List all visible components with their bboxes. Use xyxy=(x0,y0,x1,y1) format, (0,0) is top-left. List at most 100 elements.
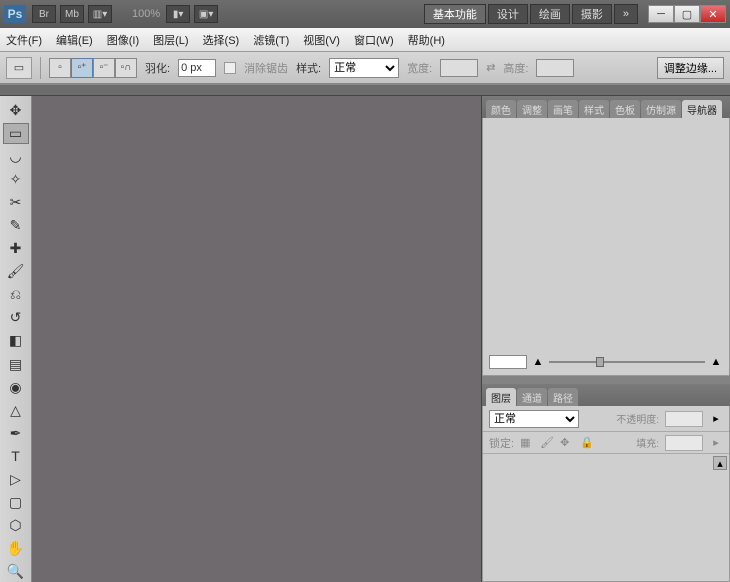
refine-edge-button[interactable]: 调整边缘... xyxy=(657,57,724,79)
fill-flyout-icon[interactable]: ▸ xyxy=(709,436,723,449)
current-tool-icon[interactable]: ▭ xyxy=(6,57,32,79)
feather-label: 羽化: xyxy=(145,60,170,76)
tab-layers[interactable]: 图层 xyxy=(486,388,516,406)
lock-pixel-icon[interactable]: 🖌 xyxy=(540,436,554,450)
gradient-tool[interactable]: ▤ xyxy=(3,354,29,375)
feather-input[interactable]: 0 px xyxy=(178,59,216,77)
workspace-tab-painting[interactable]: 绘画 xyxy=(530,4,570,24)
panels-dock: 颜色 调整 画笔 样式 色板 仿制源 导航器 ▲ ▲ 图层 通道 路径 正常 不 xyxy=(482,96,730,582)
menu-bar: 文件(F) 编辑(E) 图像(I) 图层(L) 选择(S) 滤镜(T) 视图(V… xyxy=(0,28,730,52)
workspace-tab-design[interactable]: 设计 xyxy=(488,4,528,24)
style-label: 样式: xyxy=(296,60,321,76)
opacity-flyout-icon[interactable]: ▸ xyxy=(709,412,723,425)
lock-pos-icon[interactable]: ✥ xyxy=(560,436,574,450)
hand-tool[interactable]: ✋ xyxy=(3,538,29,559)
maximize-button[interactable]: ▢ xyxy=(674,5,700,23)
tab-paths[interactable]: 路径 xyxy=(548,388,578,406)
options-bar: ▭ ▫ ▫⁺ ▫⁻ ▫∩ 羽化: 0 px 消除锯齿 样式: 正常 宽度: ⇄ … xyxy=(0,52,730,84)
tab-styles[interactable]: 样式 xyxy=(579,100,609,118)
fill-input[interactable] xyxy=(665,435,703,451)
eraser-tool[interactable]: ◧ xyxy=(3,330,29,351)
close-button[interactable]: ✕ xyxy=(700,5,726,23)
sel-new-button[interactable]: ▫ xyxy=(49,58,71,78)
minimize-button[interactable]: ─ xyxy=(648,5,674,23)
blend-mode-select[interactable]: 正常 xyxy=(489,410,579,428)
dodge-tool[interactable]: △ xyxy=(3,400,29,421)
workspace-tab-photography[interactable]: 摄影 xyxy=(572,4,612,24)
style-select[interactable]: 正常 xyxy=(329,58,399,78)
tab-navigator[interactable]: 导航器 xyxy=(682,100,722,118)
blur-tool[interactable]: ◉ xyxy=(3,377,29,398)
menu-image[interactable]: 图像(I) xyxy=(107,32,139,48)
document-tab-strip xyxy=(0,84,730,96)
type-tool[interactable]: T xyxy=(3,446,29,467)
menu-select[interactable]: 选择(S) xyxy=(203,32,240,48)
shape-tool[interactable]: ▢ xyxy=(3,492,29,513)
lock-label: 锁定: xyxy=(489,435,514,451)
panel-gap xyxy=(482,376,730,384)
bridge-button[interactable]: Br xyxy=(32,5,56,23)
zoom-level[interactable]: 100% xyxy=(132,8,160,20)
eyedropper-tool[interactable]: ✎ xyxy=(3,215,29,236)
scroll-up-icon[interactable]: ▴ xyxy=(713,456,727,470)
menu-window[interactable]: 窗口(W) xyxy=(354,32,394,48)
width-input xyxy=(440,59,478,77)
move-tool[interactable]: ✥ xyxy=(3,100,29,121)
history-brush-tool[interactable]: ↺ xyxy=(3,307,29,328)
heal-tool[interactable]: ✚ xyxy=(3,238,29,259)
lasso-tool[interactable]: ◡ xyxy=(3,146,29,167)
ps-logo-icon: Ps xyxy=(4,5,26,23)
sel-intersect-button[interactable]: ▫∩ xyxy=(115,58,137,78)
opacity-label: 不透明度: xyxy=(616,411,659,426)
sel-add-button[interactable]: ▫⁺ xyxy=(71,58,93,78)
pen-tool[interactable]: ✒ xyxy=(3,423,29,444)
sel-subtract-button[interactable]: ▫⁻ xyxy=(93,58,115,78)
zoom-out-icon[interactable]: ▲ xyxy=(531,356,545,368)
title-bar: Ps Br Mb ▥▾ 100% ▮▾ ▣▾ 基本功能 设计 绘画 摄影 » ─… xyxy=(0,0,730,28)
menu-view[interactable]: 视图(V) xyxy=(303,32,340,48)
wand-tool[interactable]: ✧ xyxy=(3,169,29,190)
stamp-tool[interactable]: ⎌ xyxy=(3,284,29,305)
crop-tool[interactable]: ✂ xyxy=(3,192,29,213)
canvas-area[interactable] xyxy=(32,96,482,582)
zoom-in-icon[interactable]: ▲ xyxy=(709,356,723,368)
workspace-switcher: 基本功能 设计 绘画 摄影 » ─ ▢ ✕ xyxy=(424,4,726,24)
3d-tool[interactable]: ⬡ xyxy=(3,515,29,536)
marquee-tool[interactable]: ▭ xyxy=(3,123,29,144)
menu-file[interactable]: 文件(F) xyxy=(6,32,42,48)
navigator-panel: ▲ ▲ xyxy=(482,118,730,376)
zoom-tool[interactable]: 🔍 xyxy=(3,561,29,582)
selection-mode-group: ▫ ▫⁺ ▫⁻ ▫∩ xyxy=(49,58,137,78)
tools-panel: ✥ ▭ ◡ ✧ ✂ ✎ ✚ 🖌 ⎌ ↺ ◧ ▤ ◉ △ ✒ T ▷ ▢ ⬡ ✋ … xyxy=(0,96,32,582)
nav-zoom-input[interactable] xyxy=(489,355,527,369)
menu-help[interactable]: 帮助(H) xyxy=(408,32,445,48)
screenmode-button[interactable]: ▣▾ xyxy=(194,5,218,23)
layer-list[interactable]: ▴ xyxy=(483,454,729,581)
slider-thumb[interactable] xyxy=(596,357,604,367)
layer-options-row: 正常 不透明度: ▸ xyxy=(483,406,729,432)
lock-all-icon[interactable]: 🔒 xyxy=(580,436,594,450)
tab-color[interactable]: 颜色 xyxy=(486,100,516,118)
lock-row: 锁定: ▦ 🖌 ✥ 🔒 填充: ▸ xyxy=(483,432,729,454)
tab-brush[interactable]: 画笔 xyxy=(548,100,578,118)
tab-clone[interactable]: 仿制源 xyxy=(641,100,681,118)
tab-channels[interactable]: 通道 xyxy=(517,388,547,406)
arrange-button[interactable]: ▮▾ xyxy=(166,5,190,23)
workspace-more-button[interactable]: » xyxy=(614,4,638,24)
menu-edit[interactable]: 编辑(E) xyxy=(56,32,93,48)
antialias-label: 消除锯齿 xyxy=(244,60,288,76)
viewmode-button[interactable]: ▥▾ xyxy=(88,5,112,23)
menu-layer[interactable]: 图层(L) xyxy=(153,32,188,48)
brush-tool[interactable]: 🖌 xyxy=(3,261,29,282)
lock-trans-icon[interactable]: ▦ xyxy=(520,436,534,450)
workspace-tab-essentials[interactable]: 基本功能 xyxy=(424,4,486,24)
menu-filter[interactable]: 滤镜(T) xyxy=(253,32,289,48)
nav-zoom-slider[interactable] xyxy=(549,361,705,363)
path-select-tool[interactable]: ▷ xyxy=(3,469,29,490)
minibridge-button[interactable]: Mb xyxy=(60,5,84,23)
swap-wh-icon: ⇄ xyxy=(486,61,495,74)
tab-adjust[interactable]: 调整 xyxy=(517,100,547,118)
separator xyxy=(40,57,41,79)
opacity-input[interactable] xyxy=(665,411,703,427)
tab-swatches[interactable]: 色板 xyxy=(610,100,640,118)
